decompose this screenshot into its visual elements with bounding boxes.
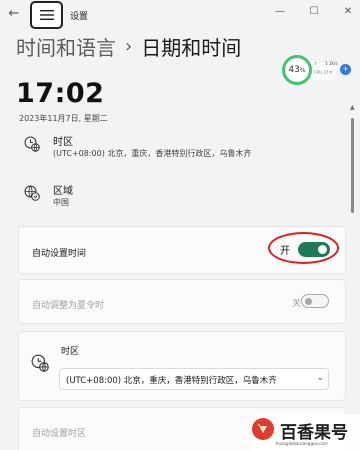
toggle-knob [305,298,312,305]
timezone-info-value: (UTC+08:00) 北京，重庆，香港特别行政区，乌鲁木齐 [53,149,252,158]
breadcrumb: 时间和语言 › 日期和时间 [16,30,241,62]
globe-clock-icon [24,136,40,152]
chevron-down-icon: ⌄ [314,373,324,383]
auto-timezone-label: 自动设置时区 [32,429,87,439]
window-title: 设置 [70,12,89,22]
auto-time-toggle[interactable] [298,242,330,257]
auto-time-highlight-circle: 开 [268,232,339,264]
timezone-info-title: 时区 [53,137,73,148]
timezone-selected-value: (UTC+08:00) 北京，重庆，香港特别行政区，乌鲁木齐 [66,376,277,386]
page-title: 日期和时间 [141,35,242,60]
region-info-row: 区域 中国 [16,182,346,212]
region-info-title: 区域 [53,186,73,197]
minimize-button[interactable]: — [274,6,286,17]
timezone-info-row: 时区 (UTC+08:00) 北京，重庆，香港特别行政区，乌鲁木齐 [16,133,346,165]
dst-label: 自动调整为夏令时 [32,301,105,311]
timezone-dropdown[interactable]: (UTC+08:00) 北京，重庆，香港特别行政区，乌鲁木齐 ⌄ [59,368,329,390]
dst-state-text: 关 [291,299,301,309]
memory-percent-unit: % [299,66,306,74]
maximize-button[interactable]: ☐ [308,6,320,17]
scroll-up-arrow-icon[interactable]: ▲ [350,104,355,111]
current-time: 17:02 [16,78,105,109]
brand-name: 百香果号 [280,423,348,443]
brand-logo-icon [252,418,274,440]
timezone-setting-card: 时区 (UTC+08:00) 北京，重庆，香港特别行政区，乌鲁木齐 ⌄ [18,331,346,401]
title-bar: ← 设置 — ☐ ✕ [0,0,360,30]
dst-setting-card: 自动调整为夏令时 关 [18,279,346,324]
hamburger-icon [40,10,54,20]
brand-url: huanglinbaixiangguo.com [276,441,328,446]
cpu-temperature: CPU 47℃ [314,70,333,75]
memory-percent: 43 [288,65,300,75]
auto-time-label: 自动设置时间 [32,249,87,259]
auto-time-setting-card[interactable]: 自动设置时间 开 [18,226,346,274]
back-button[interactable]: ← [6,6,22,22]
brand-watermark: 百香果号 huanglinbaixiangguo.com [250,414,360,450]
upload-arrow-icon: ↑ [314,61,318,66]
region-globe-icon [24,185,40,201]
window-controls: — ☐ ✕ [274,6,354,17]
widget-add-icon[interactable]: + [340,64,351,75]
breadcrumb-parent-link[interactable]: 时间和语言 [16,32,116,61]
auto-time-state-text: 开 [280,246,290,257]
memory-usage-ring: 43% [282,55,312,85]
system-monitor-widget[interactable]: 43% ↑ 3.1K/s CPU 47℃ + [282,55,354,89]
current-date: 2023年11月7日, 星期二 [19,114,108,123]
dst-toggle[interactable] [301,294,329,308]
timezone-select-label: 时区 [61,347,80,357]
navigation-menu-button[interactable] [30,1,63,29]
network-speed: 3.1K/s [325,61,338,66]
scrollbar-thumb[interactable] [351,118,354,213]
close-button[interactable]: ✕ [342,6,354,17]
breadcrumb-separator: › [125,35,133,57]
globe-clock-icon [31,354,49,372]
toggle-knob [318,245,327,254]
region-info-value: 中国 [53,198,69,207]
